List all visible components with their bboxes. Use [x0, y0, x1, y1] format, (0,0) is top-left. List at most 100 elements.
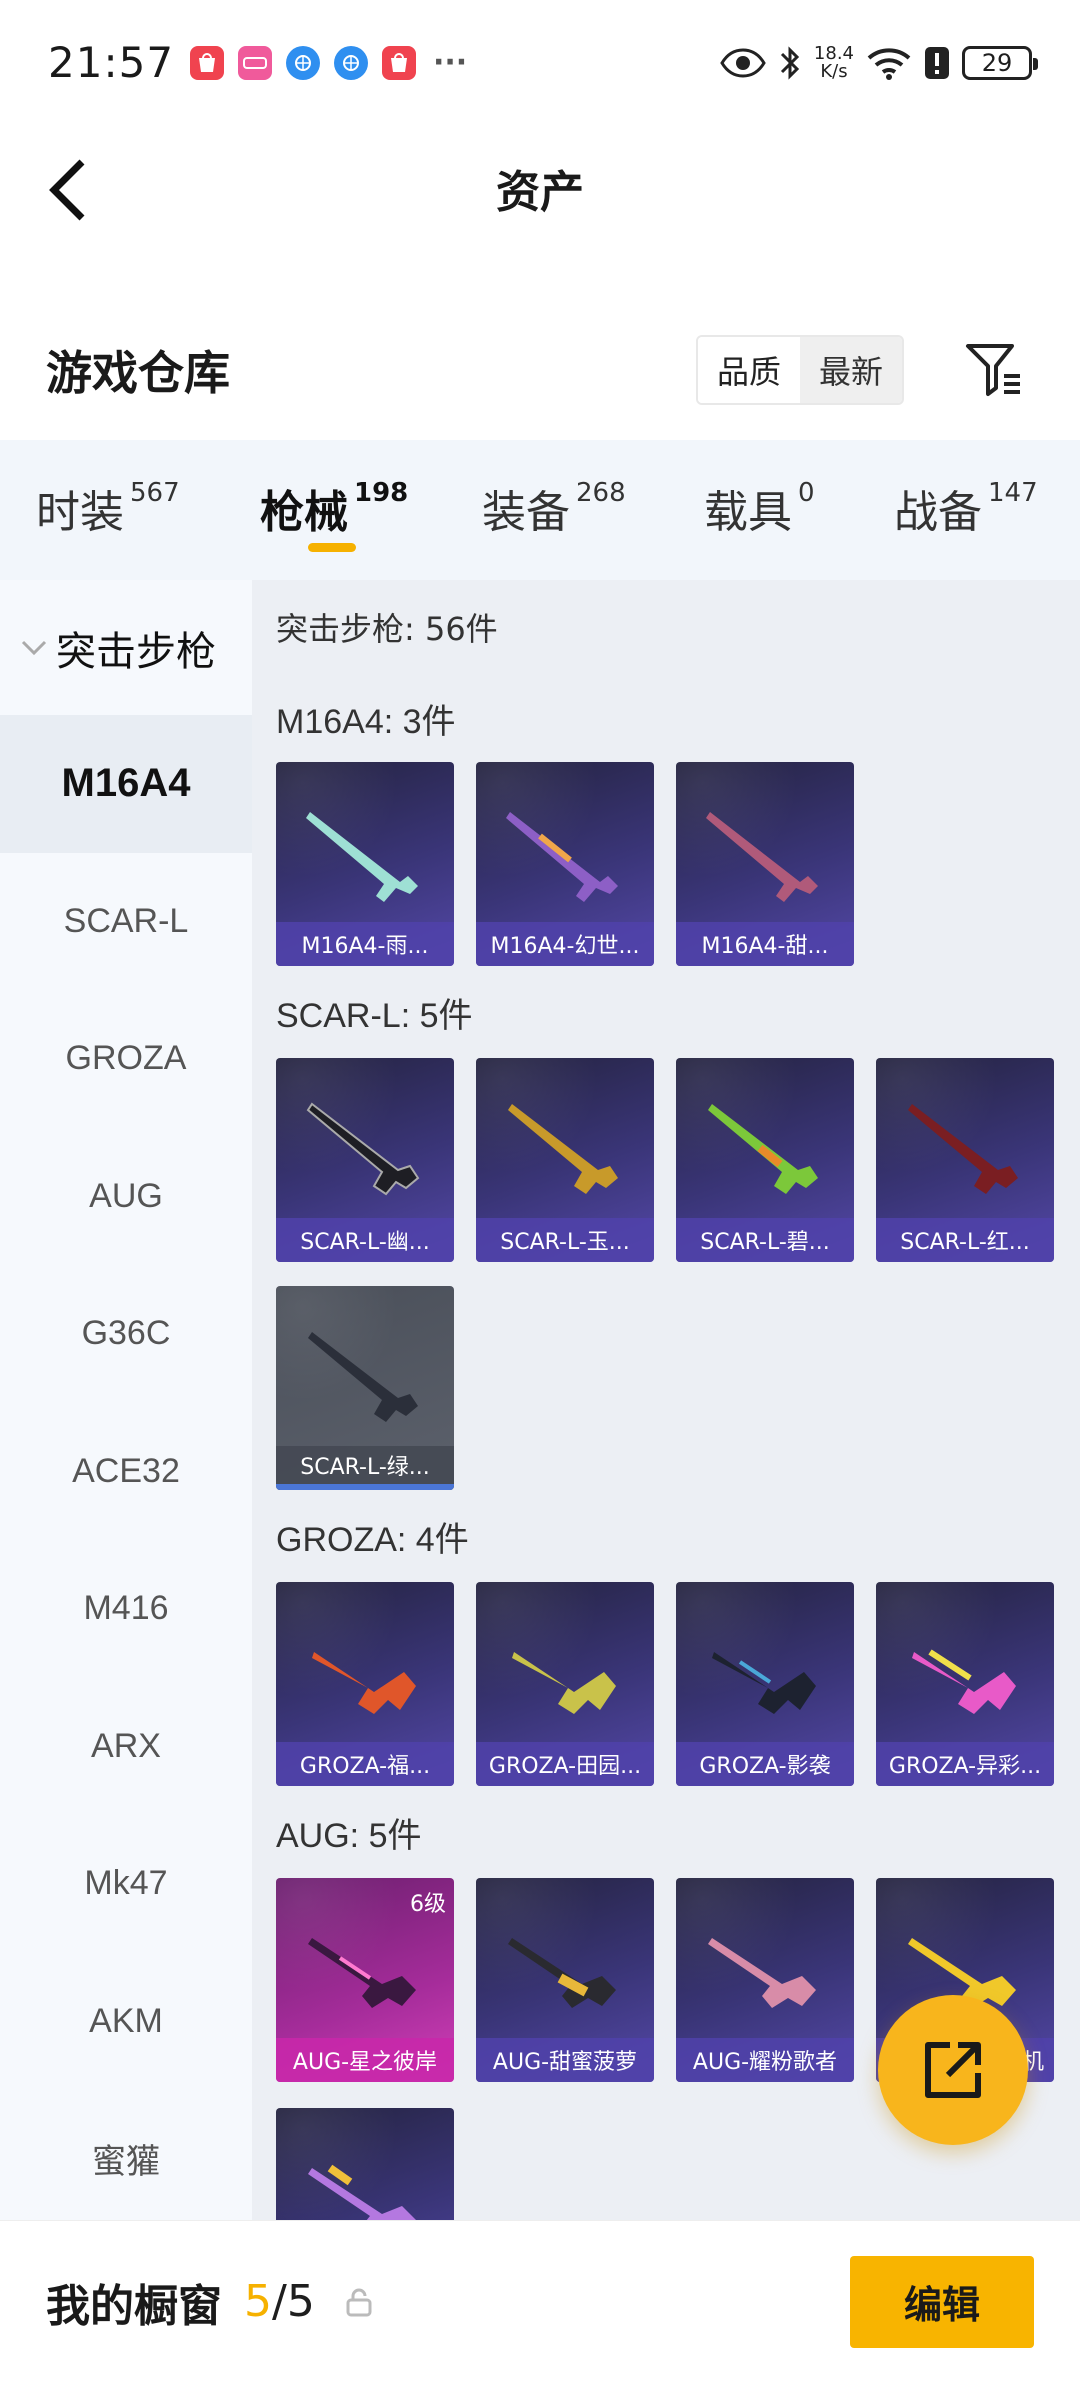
sidebar-item-scar-l[interactable]: SCAR-L — [0, 853, 252, 991]
sidebar-item-mk47[interactable]: Mk47 — [0, 1815, 252, 1953]
tab-label: 时装 — [36, 487, 124, 538]
tab-count: 0 — [798, 478, 815, 508]
sidebar-item-g36c[interactable]: G36C — [0, 1265, 252, 1403]
weapon-sidebar: 突击步枪 M16A4 SCAR-L GROZA AUG G36C ACE32 M… — [0, 580, 252, 2220]
weapon-card-name: SCAR-L-幽... — [300, 1230, 430, 1255]
weapon-card-name: GROZA-异彩... — [888, 1754, 1042, 1779]
net-speed-unit: K/s — [820, 60, 848, 82]
blue-browser-icon — [286, 45, 321, 80]
rifle-icon — [312, 1652, 416, 1714]
weapon-card[interactable]: GROZA-影袭 — [676, 1582, 854, 1786]
bluetooth-icon — [778, 45, 802, 81]
showcase-label: 我的橱窗 — [46, 2280, 222, 2332]
rifle-icon — [308, 1938, 416, 2008]
tab-fashion[interactable]: 时装 567 — [36, 476, 180, 540]
weapon-content: 突击步枪: 56件 M16A4: 3件 M16A4-雨... M16A4-幻世.… — [252, 580, 1080, 2220]
weapon-card[interactable]: GROZA-福... — [276, 1582, 454, 1786]
rifle-icon — [708, 1104, 818, 1194]
battery-indicator: 29 — [962, 45, 1038, 80]
weapon-card-name: GROZA-福... — [299, 1754, 431, 1779]
active-tab-indicator — [308, 543, 356, 552]
weapon-card-name: AUG-甜蜜菠萝 — [492, 2050, 638, 2075]
share-button[interactable] — [878, 1995, 1028, 2145]
rifle-icon — [908, 1104, 1018, 1194]
sidebar-item-ace32[interactable]: ACE32 — [0, 1403, 252, 1541]
sidebar-category-label: 突击步枪 — [56, 628, 216, 675]
tab-count: 198 — [354, 478, 409, 508]
red-bag-icon — [190, 45, 225, 80]
chevron-down-icon — [21, 640, 47, 655]
tab-equipment[interactable]: 装备 268 — [482, 476, 626, 540]
rifle-icon — [308, 2164, 416, 2220]
tab-count: 147 — [988, 478, 1038, 508]
edit-button[interactable]: 编辑 — [850, 2255, 1034, 2348]
weapon-card-name: SCAR-L-玉... — [500, 1230, 630, 1255]
nav-bar: 资产 — [0, 125, 1080, 250]
weapon-card-name: M16A4-幻世... — [490, 934, 640, 959]
weapon-card[interactable]: SCAR-L-碧... — [676, 1058, 854, 1262]
sidebar-item-m416[interactable]: M416 — [0, 1540, 252, 1678]
weapon-card[interactable]: SCAR-L-红... — [876, 1058, 1054, 1262]
filter-button[interactable] — [954, 330, 1034, 410]
sort-quality-button[interactable]: 品质 — [698, 337, 800, 403]
sidebar-item-arx[interactable]: ARX — [0, 1678, 252, 1816]
rifle-icon — [708, 1938, 816, 2008]
weapon-card-name: SCAR-L-碧... — [700, 1230, 830, 1255]
weapon-card-name: SCAR-L-绿... — [300, 1455, 430, 1480]
tab-vehicles[interactable]: 载具 0 — [704, 476, 815, 540]
tab-firearms[interactable]: 枪械 198 — [260, 476, 408, 540]
back-button[interactable] — [38, 155, 98, 225]
alert-icon — [924, 46, 950, 80]
rifle-icon — [508, 1104, 618, 1194]
group-title-m16a4: M16A4: 3件 — [276, 703, 456, 741]
rifle-icon — [508, 1938, 616, 2008]
sidebar-category-header[interactable]: 突击步枪 — [0, 580, 252, 715]
weapon-card[interactable]: SCAR-L-幽... — [276, 1058, 454, 1262]
weapon-card[interactable]: GROZA-田园... — [476, 1582, 654, 1786]
sidebar-item-honey-badger[interactable]: 蜜獾 — [0, 2090, 252, 2228]
sidebar-item-akm[interactable]: AKM — [0, 1953, 252, 2091]
weapon-card-name: AUG-星之彼岸 — [292, 2050, 438, 2075]
sort-toggle: 品质 最新 — [696, 335, 904, 405]
weapon-card[interactable]: AUG-甜蜜菠萝 — [476, 1878, 654, 2082]
group-title-aug: AUG: 5件 — [276, 1817, 422, 1855]
weapon-card[interactable] — [276, 2108, 454, 2220]
weapon-card[interactable]: M16A4-幻世... — [476, 762, 654, 966]
weapon-card-name: M16A4-雨... — [301, 934, 429, 959]
rifle-icon — [506, 812, 618, 902]
tab-label: 装备 — [482, 487, 570, 538]
tab-supplies[interactable]: 战备 147 — [894, 476, 1038, 540]
weapon-card-name: GROZA-田园... — [488, 1754, 642, 1779]
sort-newest-button[interactable]: 最新 — [800, 337, 902, 403]
more-notifications-icon: ··· — [432, 45, 468, 80]
rifle-icon — [306, 812, 418, 902]
weapon-card[interactable]: AUG-耀粉歌者 — [676, 1878, 854, 2082]
showcase-separator: / — [272, 2276, 287, 2327]
weapon-card[interactable]: M16A4-雨... — [276, 762, 454, 966]
system-icons: 18.4 K/s 29 — [720, 44, 1038, 82]
tab-label: 载具 — [704, 487, 792, 538]
category-tabs: 时装 567 枪械 198 装备 268 载具 0 战备 147 — [0, 440, 1080, 580]
weapon-card[interactable]: 6级 AUG-星之彼岸 — [276, 1878, 454, 2082]
rifle-icon — [308, 1332, 418, 1422]
status-bar: 21:57 ··· 18.4 K/s 29 — [0, 0, 1080, 125]
rifle-icon — [512, 1652, 616, 1714]
tab-count: 567 — [130, 478, 180, 508]
rifle-icon — [712, 1652, 816, 1714]
wifi-icon — [866, 46, 912, 80]
weapon-card[interactable]: M16A4-甜... — [676, 762, 854, 966]
weapon-card[interactable]: SCAR-L-玉... — [476, 1058, 654, 1262]
status-time: 21:57 — [48, 38, 175, 87]
share-external-icon — [925, 2042, 981, 2098]
weapon-card[interactable]: GROZA-异彩... — [876, 1582, 1054, 1786]
page-title: 游戏仓库 — [46, 346, 230, 400]
rifle-icon — [706, 812, 818, 902]
sidebar-item-aug[interactable]: AUG — [0, 1128, 252, 1266]
group-title-scar-l: SCAR-L: 5件 — [276, 997, 473, 1035]
sidebar-item-groza[interactable]: GROZA — [0, 990, 252, 1128]
weapon-card[interactable]: SCAR-L-绿... — [276, 1286, 454, 1490]
weapon-card-name: GROZA-影袭 — [699, 1754, 831, 1779]
sidebar-item-m16a4[interactable]: M16A4 — [0, 715, 252, 853]
showcase-count: 5/5 — [244, 2276, 315, 2327]
lock-icon — [346, 2288, 372, 2316]
